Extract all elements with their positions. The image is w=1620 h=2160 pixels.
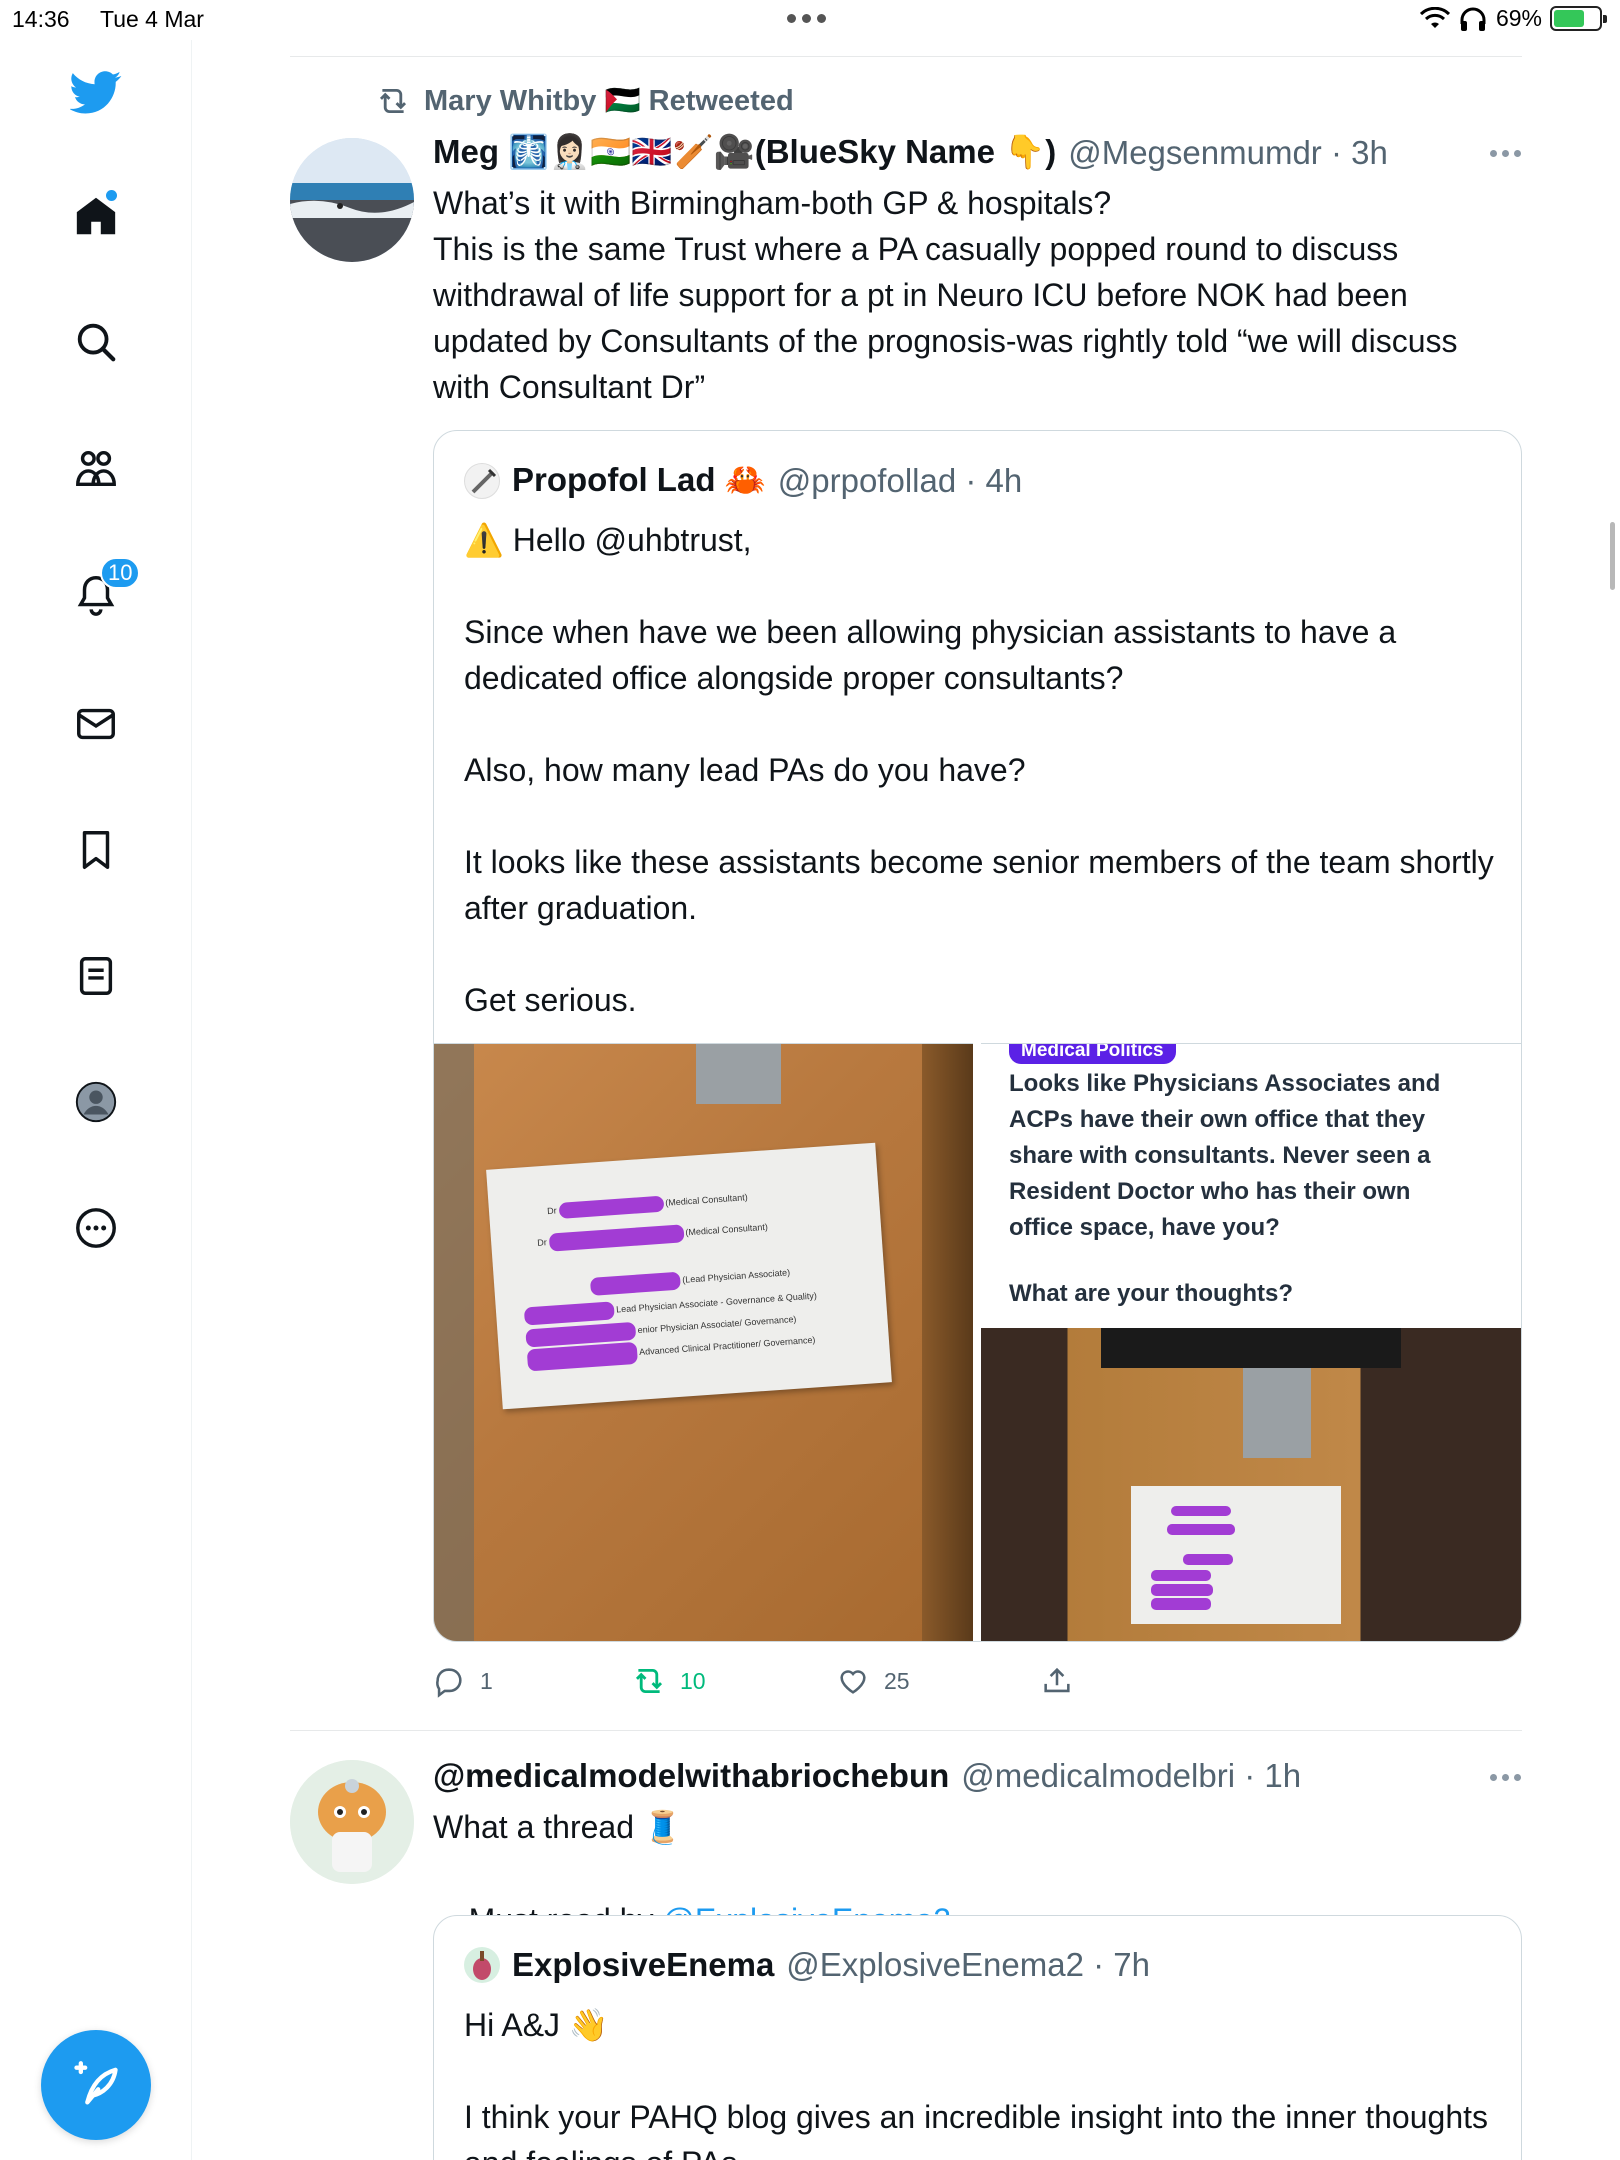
bookmarks-icon[interactable] [66,820,126,880]
notifications-icon[interactable]: 10 [66,557,141,625]
quote1-text-p4: It looks like these assistants become se… [464,844,1503,926]
post-photo [981,1328,1521,1641]
reply-icon [436,1668,462,1698]
retweeted-by-label[interactable]: Mary Whitby 🇵🇸 Retweeted [424,84,794,118]
status-right: 69% [1419,5,1607,32]
share-button[interactable] [1040,1664,1074,1698]
sign-line2: Dr(Medical Consultant) [537,1218,769,1252]
quote1-image-door[interactable]: Dr(Medical Consultant) Dr(Medical Consul… [434,1043,973,1641]
retweet-context: Mary Whitby 🇵🇸 Retweeted [376,84,794,118]
twitter-bird-icon[interactable] [66,62,126,122]
quote2-text-p1: Hi A&J 👋 [464,2007,609,2043]
search-icon[interactable] [66,312,126,372]
like-count: 25 [884,1667,910,1694]
post-caption: Looks like Physicians Associates and ACP… [1009,1070,1441,1241]
retweet-icon [379,88,407,114]
medical-politics-tag: Medical Politics [1009,1044,1176,1064]
avatar-meg[interactable] [290,138,414,262]
quote1-text-p3: Also, how many lead PAs do you have? [464,752,1026,788]
retweet-count: 10 [680,1667,706,1694]
status-time: 14:36 [12,6,70,32]
tweet1-quote-card[interactable]: Propofol Lad 🦀 @prpofollad · 4h ⚠️ Hello… [433,430,1522,1642]
status-bar: 14:36 Tue 4 Mar 69% [0,0,1620,40]
notifications-badge: 10 [100,557,141,589]
communities-icon[interactable] [66,439,126,499]
avatar-medicalmodel[interactable] [290,1760,414,1884]
battery-percent: 69% [1495,5,1542,31]
tweet2-author-name[interactable]: @medicalmodelwithabriochebun [433,1757,949,1795]
more-icon[interactable] [66,1198,126,1258]
tweet2-quote-card[interactable]: ExplosiveEnema @ExplosiveEnema2 · 7h Hi … [433,1915,1522,2160]
lists-icon[interactable] [66,946,126,1006]
quote1-text-p2: Since when have we been allowing physici… [464,614,1406,696]
quote2-text-p2: I think your PAHQ blog gives an incredib… [464,2099,1488,2160]
timeline-top-divider [290,56,1522,57]
quote2-author-name[interactable]: ExplosiveEnema [512,1946,774,1984]
reply-count: 1 [480,1667,493,1694]
tweet2-header: @medicalmodelwithabriochebun @medicalmod… [433,1757,1301,1795]
quote1-author-name[interactable]: Propofol Lad 🦀 [512,461,766,500]
tweet2-more-button[interactable] [1490,1774,1521,1781]
quote1-author-handle[interactable]: @prpofollad · 4h [778,462,1022,500]
scrollbar[interactable] [1610,522,1615,590]
like-button[interactable]: 25 [836,1664,910,1698]
compose-feather-icon [74,2061,118,2105]
battery-icon [1550,6,1607,31]
reply-button[interactable]: 1 [432,1664,493,1698]
tweet-divider [290,1730,1522,1731]
quote1-text-p5: Get serious. [464,982,637,1018]
quote1-avatar [464,462,500,499]
tweet1-more-button[interactable] [1490,150,1521,157]
quote2-header: ExplosiveEnema @ExplosiveEnema2 · 7h [464,1946,1150,1984]
share-icon [1044,1667,1070,1693]
door-sign-paper: Dr(Medical Consultant) Dr(Medical Consul… [486,1142,892,1410]
tweet1-header: Meg 🩻👩🏻‍⚕️🇮🇳🇬🇧🏏🎥(BlueSky Name 👇) @Megsen… [433,133,1388,172]
retweet-button[interactable]: 10 [632,1664,706,1698]
headphones-icon [1460,7,1486,31]
tweet1-text: What’s it with Birmingham-both GP & hosp… [433,185,1458,405]
quote1-text-p1: ⚠️ Hello @uhbtrust, [464,522,752,558]
tweet2-author-handle[interactable]: @medicalmodelbri · 1h [961,1757,1301,1795]
home-icon[interactable] [66,186,126,246]
tweet1-author-handle[interactable]: @Megsenmumdr · 3h [1068,134,1388,172]
post-question: What are your thoughts? [1009,1280,1293,1307]
quote2-avatar [464,1947,500,1983]
tweet1-author-name[interactable]: Meg 🩻👩🏻‍⚕️🇮🇳🇬🇧🏏🎥(BlueSky Name 👇) [433,133,1056,172]
compose-tweet-button[interactable] [41,2030,151,2140]
tweet1-actions: 1 10 25 [432,1664,1132,1704]
sign-line1: Dr(Medical Consultant) [547,1190,749,1220]
tweet2-text-line1: What a thread 🧵 [433,1809,683,1845]
quote1-header: Propofol Lad 🦀 @prpofollad · 4h [464,461,1022,500]
post-photo-sign [1131,1486,1341,1624]
quote1-image-post[interactable]: Medical Politics Looks like Physicians A… [981,1043,1521,1641]
messages-icon[interactable] [66,694,126,754]
quote2-author-handle[interactable]: @ExplosiveEnema2 · 7h [786,1946,1150,1984]
profile-icon[interactable] [66,1072,126,1132]
multitasking-dots[interactable] [787,8,826,23]
heart-icon [840,1670,866,1694]
sidebar: 10 [0,40,192,2160]
wifi-icon [1419,6,1450,28]
retweet-icon [635,1668,663,1694]
status-date: Tue 4 Mar [100,6,204,32]
